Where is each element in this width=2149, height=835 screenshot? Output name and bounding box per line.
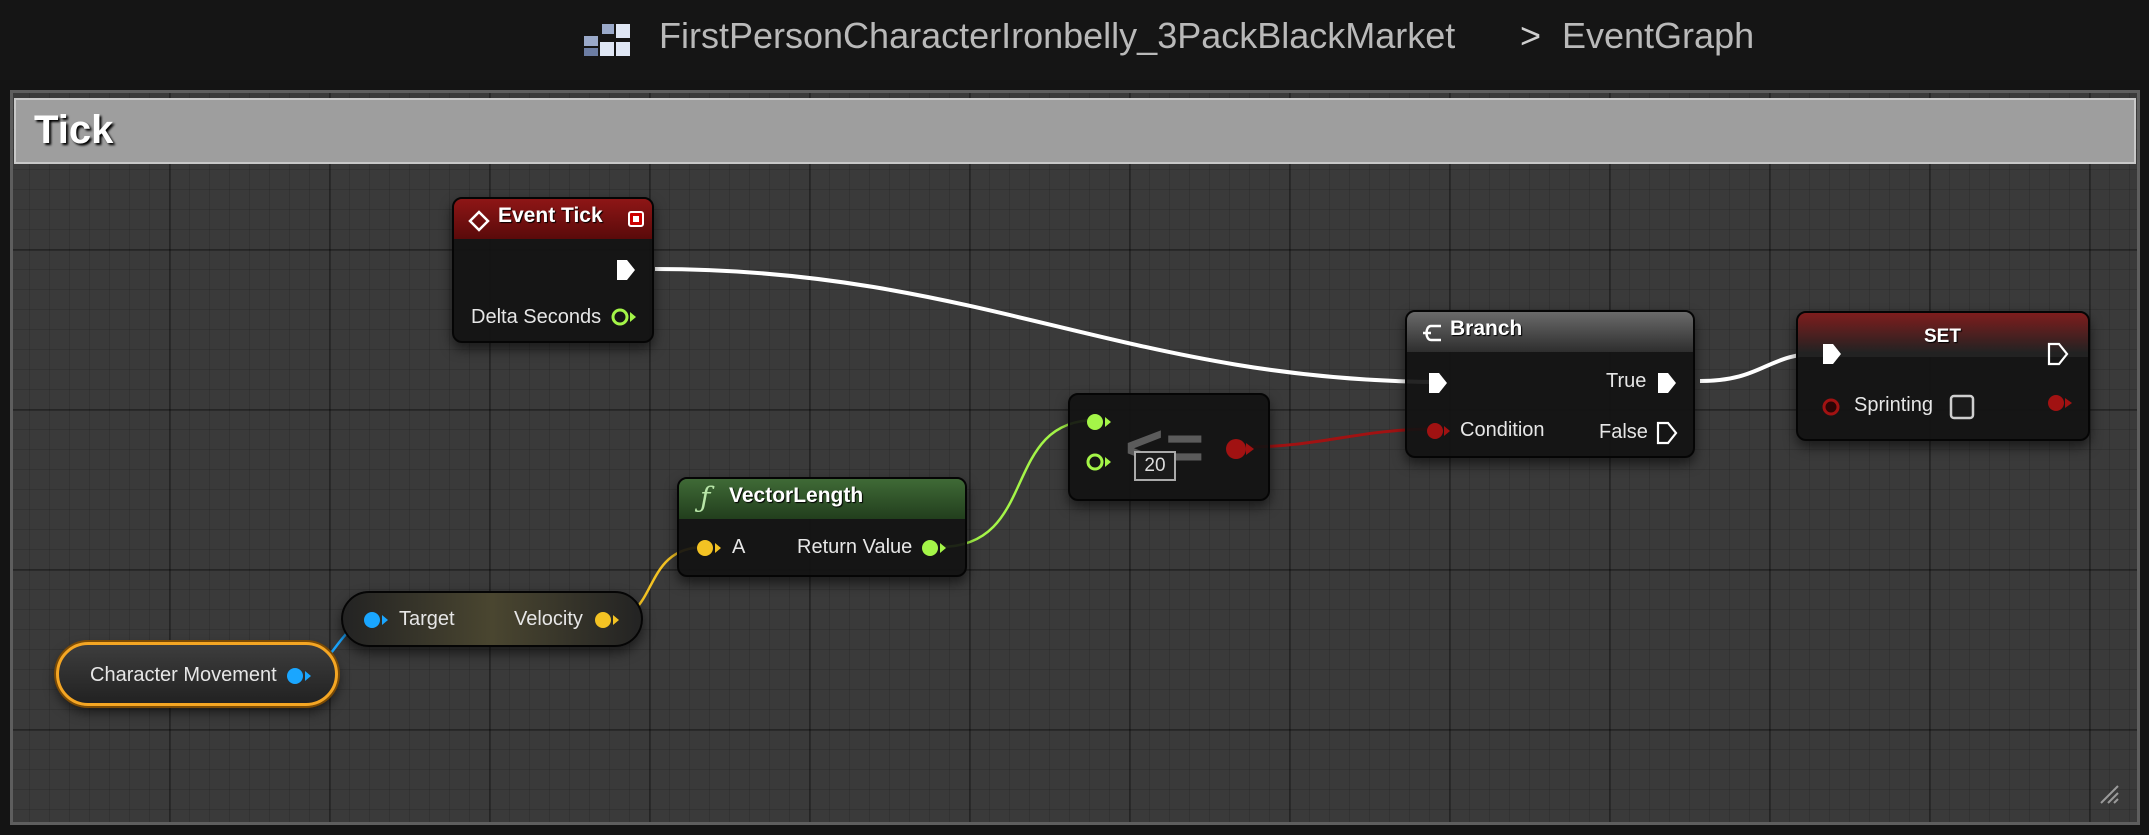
set-sprinting-node[interactable]: SET Sprinting bbox=[1796, 311, 2090, 441]
set-exec-in-pin[interactable] bbox=[1820, 342, 1844, 366]
delegate-square-icon[interactable] bbox=[626, 209, 646, 229]
compare-literal-input[interactable]: 20 bbox=[1134, 451, 1176, 481]
velocity-output-pin[interactable] bbox=[593, 609, 621, 631]
sprinting-output-pin[interactable] bbox=[2044, 391, 2074, 415]
vector-input-pin[interactable] bbox=[695, 537, 723, 559]
event-tick-node[interactable]: Event Tick Delta Seconds bbox=[452, 197, 654, 343]
velocity-label: Velocity bbox=[514, 608, 583, 630]
branch-icon bbox=[1423, 324, 1441, 342]
vector-length-node[interactable]: ƒ VectorLength A Return Value bbox=[677, 477, 967, 577]
character-movement-output-pin[interactable] bbox=[285, 665, 313, 687]
compare-float-node[interactable]: <= 20 bbox=[1068, 393, 1270, 501]
branch-false-label: False bbox=[1599, 421, 1648, 443]
checkbox-icon[interactable] bbox=[1948, 393, 1976, 421]
target-input-pin[interactable] bbox=[362, 609, 390, 631]
function-icon: ƒ bbox=[700, 481, 711, 514]
delta-seconds-label: Delta Seconds bbox=[471, 306, 602, 328]
sprinting-input-pin[interactable] bbox=[1820, 395, 1848, 419]
exec-wire-tick-to-branch bbox=[654, 267, 1446, 384]
return-value-label: Return Value bbox=[797, 536, 913, 558]
compare-input-a-pin[interactable] bbox=[1085, 411, 1113, 433]
character-movement-label: Character Movement bbox=[90, 664, 277, 686]
compare-input-b-pin[interactable] bbox=[1085, 451, 1113, 473]
set-title: SET bbox=[1924, 326, 1961, 347]
branch-condition-label: Condition bbox=[1460, 419, 1545, 441]
branch-true-label: True bbox=[1606, 370, 1647, 392]
branch-true-pin[interactable] bbox=[1655, 371, 1679, 395]
exec-out-pin[interactable] bbox=[614, 258, 638, 282]
event-tick-title: Event Tick bbox=[498, 204, 603, 227]
vector-input-label: A bbox=[732, 536, 746, 558]
event-diamond-icon bbox=[468, 210, 490, 232]
return-value-pin[interactable] bbox=[920, 537, 948, 559]
set-exec-out-pin[interactable] bbox=[2046, 342, 2070, 366]
branch-title: Branch bbox=[1450, 317, 1523, 340]
branch-condition-pin[interactable] bbox=[1424, 419, 1452, 443]
branch-false-pin[interactable] bbox=[1655, 421, 1679, 445]
compare-output-pin[interactable] bbox=[1222, 437, 1256, 461]
target-label: Target bbox=[399, 608, 455, 630]
character-movement-node[interactable]: Character Movement bbox=[56, 642, 338, 706]
vector-length-title: VectorLength bbox=[729, 484, 864, 507]
get-velocity-node[interactable]: Target Velocity bbox=[341, 591, 643, 647]
sprinting-label: Sprinting bbox=[1854, 394, 1933, 416]
branch-exec-in-pin[interactable] bbox=[1426, 371, 1450, 395]
delta-seconds-pin[interactable] bbox=[610, 306, 638, 328]
branch-node[interactable]: Branch True Condition False bbox=[1405, 310, 1695, 458]
